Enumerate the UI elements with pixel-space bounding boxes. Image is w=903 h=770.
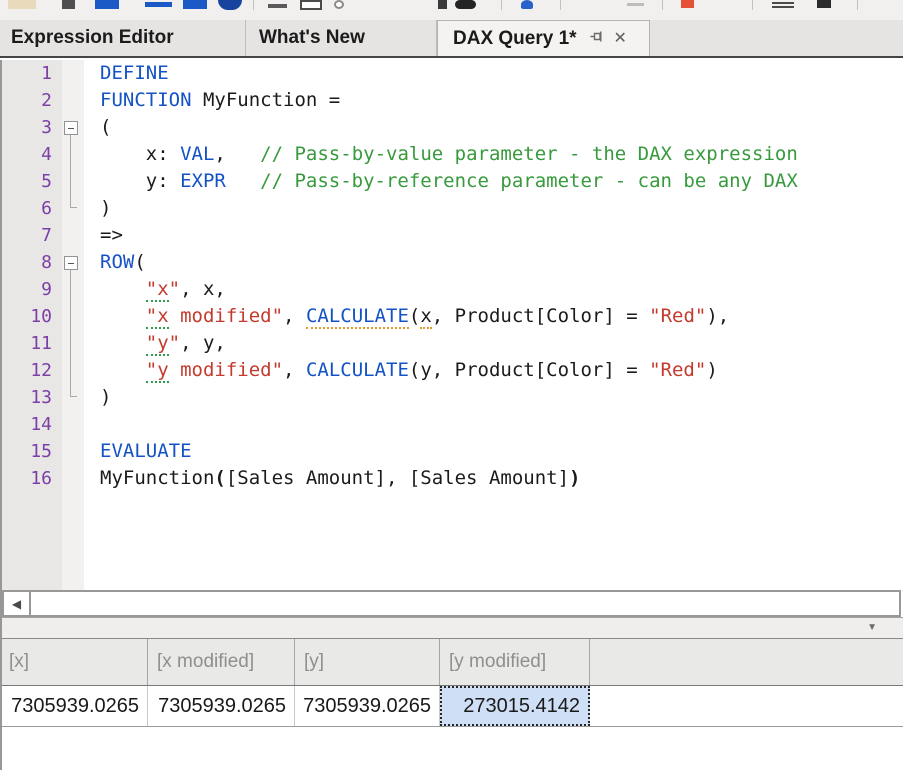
toolbar-icon-fragment[interactable]: [334, 0, 344, 9]
fold-collapse-icon[interactable]: [64, 121, 78, 135]
scrollbar-track[interactable]: [31, 592, 899, 615]
toolbar-separator: [752, 0, 753, 10]
line-number: 13: [0, 384, 62, 411]
toolbar-separator: [501, 0, 502, 10]
window-left-border: [0, 60, 2, 770]
code-text-area[interactable]: DEFINE FUNCTION MyFunction = ( x: VAL, /…: [84, 60, 903, 590]
result-cell-y-modified-selected[interactable]: 273015.4142: [440, 686, 590, 726]
code-line[interactable]: =>: [84, 222, 903, 249]
toolbar-separator: [560, 0, 561, 10]
code-line[interactable]: (: [84, 114, 903, 141]
code-line[interactable]: "y", y,: [84, 330, 903, 357]
line-number: 11: [0, 330, 62, 357]
toolbar-icon-fragment[interactable]: [268, 4, 287, 8]
document-tab-bar: Expression Editor What's New DAX Query 1…: [0, 20, 903, 58]
tab-label: Expression Editor: [11, 27, 174, 48]
toolbar-clipped: [0, 0, 903, 20]
tab-whats-new[interactable]: What's New: [246, 20, 437, 56]
chevron-down-icon[interactable]: ▼: [867, 622, 877, 633]
result-cell-empty: [590, 686, 903, 726]
line-number: 16: [0, 465, 62, 492]
results-data-row: 7305939.0265 7305939.0265 7305939.0265 2…: [0, 686, 903, 727]
fold-line: [70, 270, 77, 397]
line-number: 7: [0, 222, 62, 249]
code-line[interactable]: "y modified", CALCULATE(y, Product[Color…: [84, 357, 903, 384]
code-line[interactable]: EVALUATE: [84, 438, 903, 465]
code-line[interactable]: FUNCTION MyFunction =: [84, 87, 903, 114]
line-number: 4: [0, 141, 62, 168]
code-line[interactable]: DEFINE: [84, 60, 903, 87]
fold-line: [70, 135, 77, 208]
code-editor[interactable]: 1 2 3 4 5 6 7 8 9 10 11 12 13 14 15 16 D…: [0, 60, 903, 590]
column-header-y-modified[interactable]: [y modified]: [440, 639, 590, 685]
toolbar-icon-fragment[interactable]: [145, 2, 172, 7]
close-icon[interactable]: ✕: [614, 22, 627, 56]
toolbar-icon-fragment[interactable]: [455, 0, 476, 9]
toolbar-icon-fragment[interactable]: [183, 0, 207, 9]
pin-icon[interactable]: [590, 21, 605, 57]
line-number: 9: [0, 276, 62, 303]
toolbar-icon-fragment[interactable]: [438, 0, 447, 9]
tab-dax-query-1[interactable]: DAX Query 1* ✕: [437, 20, 650, 56]
code-line[interactable]: ROW(: [84, 249, 903, 276]
column-header-y[interactable]: [y]: [295, 639, 440, 685]
code-line[interactable]: "x", x,: [84, 276, 903, 303]
tab-label: DAX Query 1*: [453, 22, 577, 56]
code-line[interactable]: ): [84, 195, 903, 222]
line-number: 12: [0, 357, 62, 384]
code-line[interactable]: [84, 411, 903, 438]
code-line[interactable]: ): [84, 384, 903, 411]
column-header-x[interactable]: [x]: [0, 639, 148, 685]
toolbar-icon-fragment[interactable]: [95, 0, 119, 9]
fold-collapse-icon[interactable]: [64, 256, 78, 270]
tab-label: What's New: [259, 27, 365, 48]
result-cell-y[interactable]: 7305939.0265: [295, 686, 440, 726]
line-number: 3: [0, 114, 62, 141]
line-number: 6: [0, 195, 62, 222]
line-number: 15: [0, 438, 62, 465]
column-header-empty: [590, 639, 903, 685]
tab-expression-editor[interactable]: Expression Editor: [0, 20, 246, 56]
horizontal-scrollbar[interactable]: ◀: [2, 590, 901, 617]
results-grid: [x] [x modified] [y] [y modified] 730593…: [0, 638, 903, 770]
toolbar-icon-fragment[interactable]: [627, 3, 644, 6]
code-line[interactable]: "x modified", CALCULATE(x, Product[Color…: [84, 303, 903, 330]
scroll-left-arrow-icon: ◀: [12, 597, 21, 611]
column-header-x-modified[interactable]: [x modified]: [148, 639, 295, 685]
toolbar-icon-fragment[interactable]: [772, 2, 794, 4]
code-line[interactable]: x: VAL, // Pass-by-value parameter - the…: [84, 141, 903, 168]
line-number: 10: [0, 303, 62, 330]
toolbar-icon-fragment[interactable]: [8, 0, 36, 9]
line-number: 2: [0, 87, 62, 114]
scroll-left-button[interactable]: ◀: [4, 592, 31, 615]
line-number: 5: [0, 168, 62, 195]
line-number-gutter: 1 2 3 4 5 6 7 8 9 10 11 12 13 14 15 16: [0, 60, 62, 590]
dax-studio-window: Expression Editor What's New DAX Query 1…: [0, 0, 903, 770]
toolbar-icon-fragment[interactable]: [300, 0, 322, 10]
line-number: 1: [0, 60, 62, 87]
toolbar-icon-fragment[interactable]: [218, 0, 242, 10]
code-line[interactable]: MyFunction([Sales Amount], [Sales Amount…: [84, 465, 903, 492]
line-number: 14: [0, 411, 62, 438]
toolbar-icon-fragment[interactable]: [817, 0, 831, 8]
toolbar-separator: [857, 0, 858, 10]
toolbar-separator: [253, 0, 254, 10]
line-number: 8: [0, 249, 62, 276]
code-line[interactable]: y: EXPR // Pass-by-reference parameter -…: [84, 168, 903, 195]
result-cell-x[interactable]: 7305939.0265: [0, 686, 148, 726]
results-header-row: [x] [x modified] [y] [y modified]: [0, 639, 903, 686]
toolbar-icon-fragment[interactable]: [62, 0, 75, 9]
toolbar-icon-fragment[interactable]: [681, 0, 694, 8]
result-cell-x-modified[interactable]: 7305939.0265: [148, 686, 295, 726]
toolbar-icon-fragment[interactable]: [521, 0, 533, 9]
toolbar-icon-fragment[interactable]: [772, 6, 794, 8]
toolbar-separator: [662, 0, 663, 10]
results-splitter[interactable]: ▼: [0, 617, 903, 638]
